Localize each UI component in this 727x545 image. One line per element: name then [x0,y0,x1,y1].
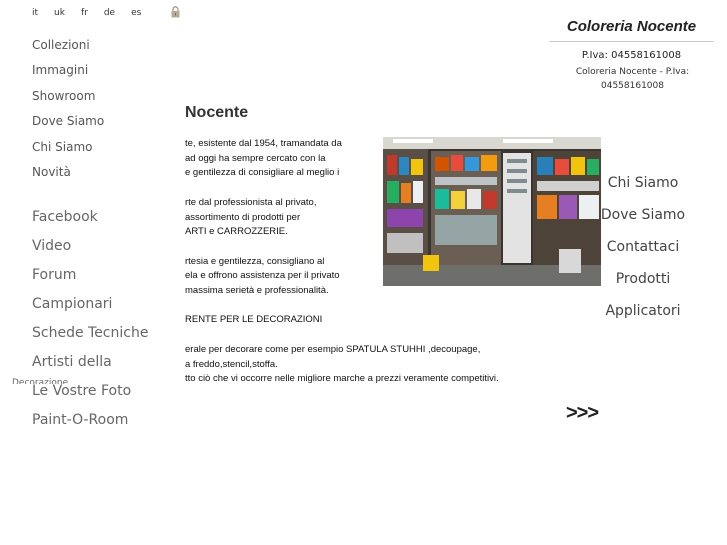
lock-icon[interactable] [171,6,180,18]
artisti-submenu-overflow[interactable]: Decorazione [12,376,68,384]
lang-fr[interactable]: fr [81,8,88,18]
menu-item-paint-o-room[interactable]: Paint-O-Room [32,410,148,439]
company-vat-line: Coloreria Nocente - P.Iva: 04558161008 [575,67,690,91]
secondary-menu: Facebook Video Forum Campionari Schede T… [32,207,148,439]
menu-item-campionari[interactable]: Campionari [32,294,148,323]
content-title: Nocente [185,104,249,121]
primary-menu: Collezioni Immagini Showroom Dove Siamo … [32,37,104,189]
right-nav-dove-siamo[interactable]: Dove Siamo [598,204,688,236]
lang-uk[interactable]: uk [54,8,65,18]
next-arrow-button[interactable]: >>> [566,402,599,425]
menu-item-vostre-foto[interactable]: Le Vostre Foto [32,381,148,410]
menu-item-immagini[interactable]: Immagini [32,62,104,87]
lang-de[interactable]: de [104,8,115,18]
menu-item-schede-tecniche[interactable]: Schede Tecniche [32,323,148,352]
language-selector: it uk fr de es [32,8,157,18]
brand-title[interactable]: Coloreria Nocente [549,18,714,35]
right-nav-contattaci[interactable]: Contattaci [598,236,688,268]
right-nav-chi-siamo[interactable]: Chi Siamo [598,172,688,204]
menu-item-video[interactable]: Video [32,236,148,265]
menu-item-collezioni[interactable]: Collezioni [32,37,104,62]
store-photo [383,137,601,286]
right-nav-prodotti[interactable]: Prodotti [598,268,688,300]
menu-item-facebook[interactable]: Facebook [32,207,148,236]
menu-item-forum[interactable]: Forum [32,265,148,294]
brand-divider [549,41,714,42]
lang-it[interactable]: it [32,8,38,18]
vat-number: P.Iva: 04558161008 [581,50,682,61]
menu-item-chi-siamo[interactable]: Chi Siamo [32,139,104,164]
right-nav-applicatori[interactable]: Applicatori [598,300,688,332]
lang-es[interactable]: es [131,8,141,18]
menu-item-dove-siamo[interactable]: Dove Siamo [32,113,104,138]
right-navigation: Chi Siamo Dove Siamo Contattaci Prodotti… [598,172,688,332]
menu-item-novita[interactable]: Novità [32,164,104,189]
menu-item-showroom[interactable]: Showroom [32,88,104,113]
